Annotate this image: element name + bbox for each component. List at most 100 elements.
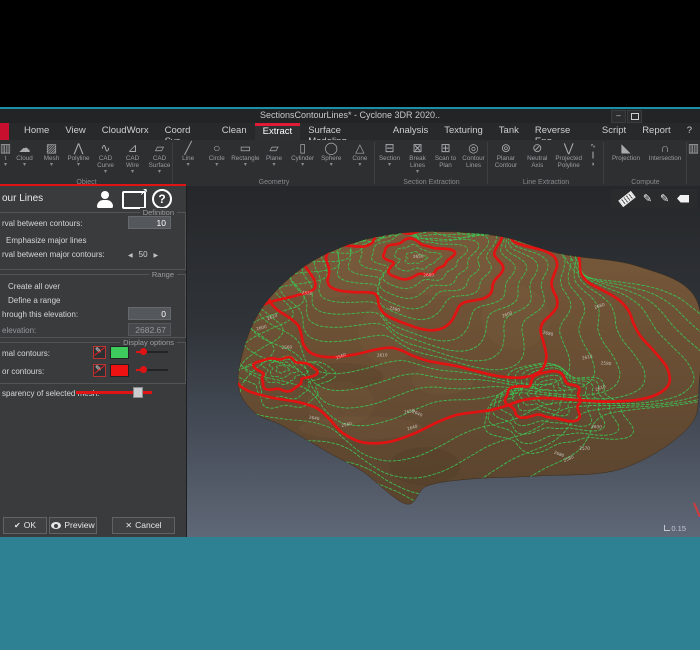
ribbon-tool-cylinder[interactable]: ▯ Cylinder ▾ [289,141,316,168]
app-button-fragment[interactable] [0,123,9,140]
ribbon-tool-cloud[interactable]: ☁ Cloud ▾ [11,141,38,175]
menu-item-texturing[interactable]: Texturing [436,123,491,140]
ribbon-tool-intersection[interactable]: ∩ Intersection [648,141,682,163]
mini-polyline-icon[interactable]: ∿ [590,143,596,151]
label-tag-icon[interactable] [677,195,689,203]
ribbon-tool-fragment[interactable]: ▥ t ▾ [0,141,11,175]
maximize-button[interactable] [627,110,642,123]
plane-icon: ▱ [269,141,278,156]
ribbon-tool-mesh[interactable]: ▨ Mesh ▾ [38,141,65,175]
break-lines-icon: ⊠ [412,141,422,156]
mini-parallel-icon[interactable]: ∥ [591,152,595,160]
help-icon[interactable]: ? [152,189,172,209]
titlebar: SectionsContourLines* - Cyclone 3DR 2020… [0,109,700,123]
menu-item-coord-sys[interactable]: Coord Sys [157,123,214,140]
ribbon-tool-break-lines[interactable]: ⊠ Break Lines ▾ [404,141,431,175]
cancel-button[interactable]: ✕Cancel [112,517,175,534]
normal-contours-color-swatch[interactable] [110,346,129,359]
svg-text:2630: 2630 [591,424,602,430]
menu-item-reverse-eng[interactable]: Reverse Eng [527,123,594,140]
chevron-down-icon: ▾ [187,163,190,168]
ribbon-tool-plane[interactable]: ▱ Plane ▾ [261,141,288,168]
menu-item-cloudworx[interactable]: CloudWorx [94,123,157,140]
annotate-text-icon[interactable]: ✎ [660,191,669,207]
svg-text:2570: 2570 [579,446,590,451]
cylinder-icon: ▯ [299,141,306,156]
menu-item-clean[interactable]: Clean [214,123,255,140]
cone-icon: △ [355,141,364,156]
chevron-down-icon: ▾ [301,163,304,168]
maximize-icon [631,113,639,120]
user-icon[interactable] [96,190,114,208]
spinner-left-icon[interactable]: ◀ [122,253,139,259]
ribbon-tool-neutral-axis[interactable]: ⊘ Neutral Axis [524,141,551,170]
ribbon-tool-polyline[interactable]: ⋀ Polyline ▾ [65,141,92,175]
neutral-axis-icon: ⊘ [532,141,542,156]
menu-item-report[interactable]: Report [634,123,679,140]
chevron-down-icon: ▾ [244,163,247,168]
through-elevation-input[interactable]: 0 [128,307,171,320]
ribbon-tool-cad-wire[interactable]: ⊿ CAD Wire ▾ [119,141,146,175]
menu-item-help[interactable]: ? [679,123,700,140]
ribbon-group-label: Compute [604,179,687,186]
ribbon: ▥ t ▾ ☁ Cloud ▾ ▨ Mesh ▾ ⋀ Polyline [0,140,700,187]
ribbon-group-geometry: ╱ Line ▾ ○ Circle ▾ ▭ Rectangle ▾ ▱ Plan… [173,140,375,187]
preview-button[interactable]: Preview [49,517,97,534]
minimize-button[interactable]: – [611,110,626,123]
major-interval-value[interactable]: 50 [139,250,148,259]
normal-contours-width-slider[interactable] [136,346,168,357]
menu-item-analysis[interactable]: Analysis [385,123,436,140]
viewport-3d[interactable]: 2580264025602640261026102560268026302600… [187,186,700,537]
create-all-over-radio-label[interactable]: Create all over [8,282,60,291]
ribbon-tool-contour-lines[interactable]: ◎ Contour Lines [460,141,487,175]
polyline-icon: ⋀ [74,141,84,156]
ribbon-tool-scan-to-plan[interactable]: ⊞ Scan to Plan [432,141,459,175]
ribbon-group-label: Section Extraction [375,179,488,186]
ribbon-group-section-extraction: ⊟ Section ▾ ⊠ Break Lines ▾ ⊞ Scan to Pl… [375,140,488,187]
major-contours-width-slider[interactable] [136,364,168,375]
chevron-down-icon: ▾ [358,163,361,168]
export-icon[interactable]: ↗ [122,191,146,209]
major-contours-label: or contours: [2,367,44,376]
ribbon-tool-projected-polyline[interactable]: ⋁ Projected Polyline [555,141,582,170]
menu-item-home[interactable]: Home [16,123,57,140]
mini-arc-icon[interactable]: ◗ [591,161,595,169]
chevron-down-icon: ▾ [330,163,333,168]
panel-title: our Lines [2,193,43,204]
spinner-right-icon[interactable]: ▶ [148,253,165,259]
menu-item-tank[interactable]: Tank [491,123,527,140]
annotate-pen-icon[interactable]: ✎ [643,191,652,207]
ribbon-tool-cone[interactable]: △ Cone ▾ [346,141,373,168]
ribbon-tool-projection[interactable]: ◣ Projection [609,141,643,163]
slider-handle[interactable] [133,387,143,398]
ok-button[interactable]: ✔OK [3,517,47,534]
axis-triad-fragment [692,501,700,529]
major-contours-pen-icon[interactable] [93,364,106,377]
ribbon-tool-cad-surface[interactable]: ▱ CAD Surface ▾ [146,141,173,175]
emphasize-major-lines-checkbox-label[interactable]: Emphasize major lines [6,236,86,245]
ribbon-tool-circle[interactable]: ○ Circle ▾ [203,141,230,168]
mesh-icon: ▨ [46,141,57,156]
close-icon: ✕ [125,521,132,530]
menu-item-extract[interactable]: Extract [255,123,301,141]
ribbon-tool-rectangle[interactable]: ▭ Rectangle ▾ [232,141,259,168]
major-contours-color-swatch[interactable] [110,364,129,377]
ribbon-tool-section[interactable]: ⊟ Section ▾ [376,141,403,175]
normal-contours-pen-icon[interactable] [93,346,106,359]
menu-item-view[interactable]: View [57,123,93,140]
planar-contour-icon: ⊚ [501,141,511,156]
ribbon-tool-cad-curve[interactable]: ∿ CAD Curve ▾ [92,141,119,175]
define-range-radio-label[interactable]: Define a range [8,296,60,305]
interval-contours-input[interactable]: 10 [128,216,171,229]
measure-ruler-icon[interactable] [618,190,636,206]
ribbon-tool-planar-contour[interactable]: ⊚ Planar Contour [492,141,519,170]
intersection-icon: ∩ [661,141,670,156]
cad-wire-icon: ⊿ [127,141,137,156]
ribbon-tool-fragment-right[interactable]: ▥ [688,141,699,156]
ribbon-tool-sphere[interactable]: ◯ Sphere ▾ [318,141,345,168]
menu-item-surface-modeling[interactable]: Surface Modeling [300,123,385,140]
transparency-slider[interactable] [76,387,152,397]
menu-item-script[interactable]: Script [594,123,634,140]
ribbon-tool-line[interactable]: ╱ Line ▾ [175,141,202,168]
section-icon: ⊟ [384,141,394,156]
